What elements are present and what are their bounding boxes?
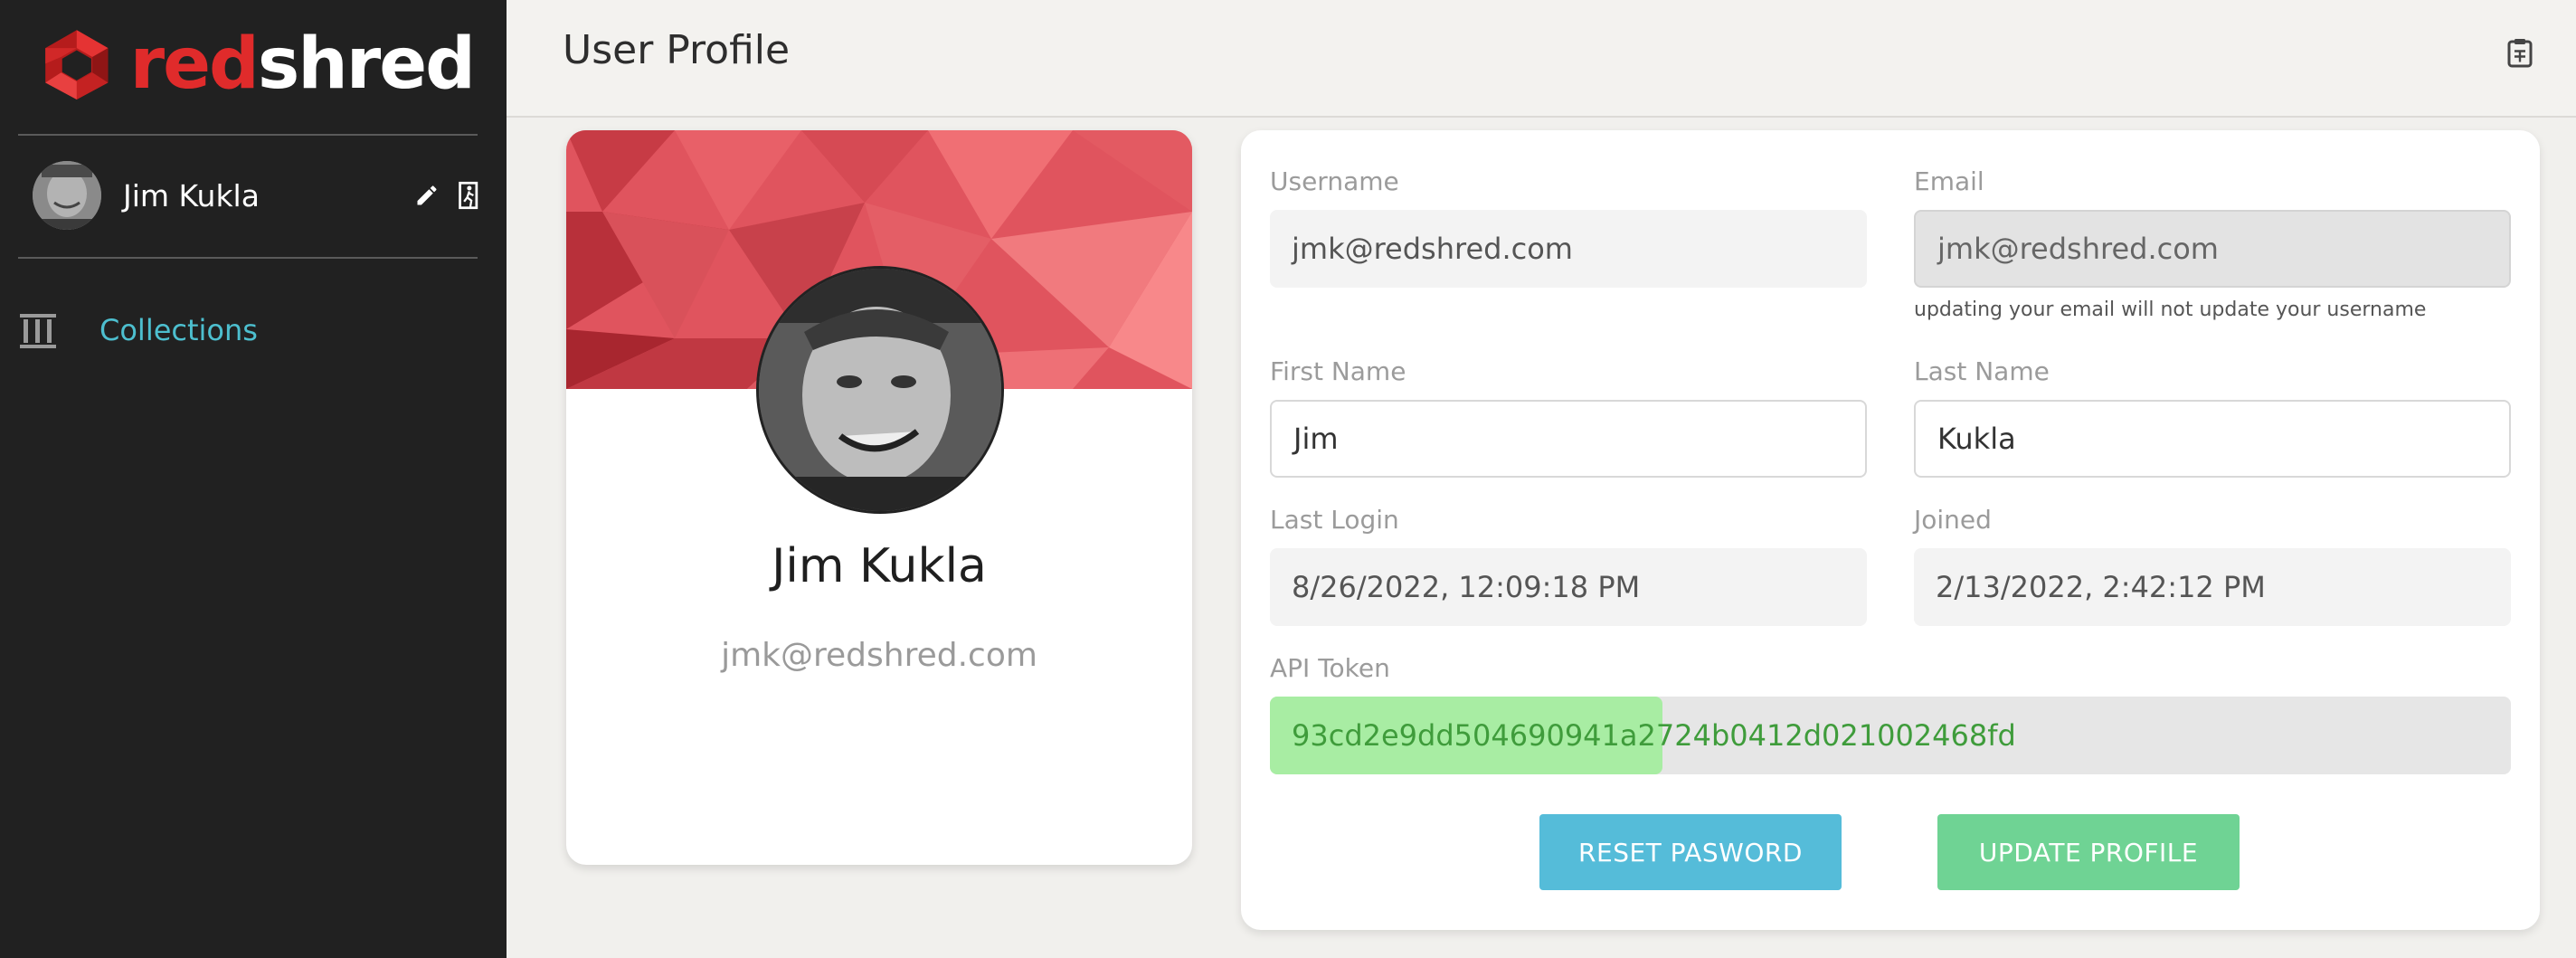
sidebar-user: Jim Kukla — [33, 159, 488, 232]
profile-form: Username jmk@redshred.com Email jmk@reds… — [1241, 130, 2540, 930]
email-field[interactable]: jmk@redshred.com — [1914, 210, 2511, 288]
joined-label: Joined — [1914, 505, 1992, 535]
page-title: User Profile — [563, 27, 791, 73]
profile-card: Jim Kukla jmk@redshred.com — [566, 130, 1192, 865]
sidebar-user-name: Jim Kukla — [123, 177, 260, 213]
last-login-label: Last Login — [1270, 505, 1399, 535]
divider — [18, 134, 478, 136]
joined-field: 2/13/2022, 2:42:12 PM — [1914, 548, 2511, 626]
exit-icon[interactable] — [452, 177, 488, 213]
last-name-label: Last Name — [1914, 356, 2050, 386]
columns-icon — [20, 314, 56, 348]
sidebar-item-label: Collections — [99, 313, 258, 347]
logo-icon — [45, 30, 109, 100]
first-name-label: First Name — [1270, 356, 1406, 386]
last-login-field: 8/26/2022, 12:09:18 PM — [1270, 548, 1867, 626]
username-field: jmk@redshred.com — [1270, 210, 1867, 288]
profile-name: Jim Kukla — [772, 539, 987, 593]
email-label: Email — [1914, 166, 1984, 196]
avatar — [756, 266, 1004, 514]
last-name-field[interactable]: Kukla — [1914, 400, 2511, 478]
pencil-icon[interactable] — [409, 177, 445, 213]
sidebar-item-collections[interactable]: Collections — [18, 299, 478, 362]
logo-wordmark: redshred — [129, 24, 476, 105]
avatar[interactable] — [33, 161, 101, 230]
api-token-field[interactable]: 93cd2e9dd504690941a2724b0412d021002468fd — [1270, 697, 2511, 774]
divider — [18, 257, 478, 259]
reset-password-button[interactable]: RESET PASWORD — [1539, 814, 1842, 890]
update-profile-button[interactable]: UPDATE PROFILE — [1937, 814, 2240, 890]
profile-email: jmk@redshred.com — [721, 637, 1037, 674]
api-token-label: API Token — [1270, 653, 1390, 683]
api-token-value: 93cd2e9dd504690941a2724b0412d021002468fd — [1270, 697, 2016, 774]
username-label: Username — [1270, 166, 1399, 196]
email-hint: updating your email will not update your… — [1914, 299, 2427, 321]
top-bar: User Profile — [507, 0, 2576, 118]
first-name-field[interactable]: Jim — [1270, 400, 1867, 478]
sidebar: redshred Jim Kukla Collections — [0, 0, 507, 958]
brand-logo[interactable]: redshred — [40, 5, 476, 123]
clipboard-icon[interactable] — [2504, 36, 2540, 72]
